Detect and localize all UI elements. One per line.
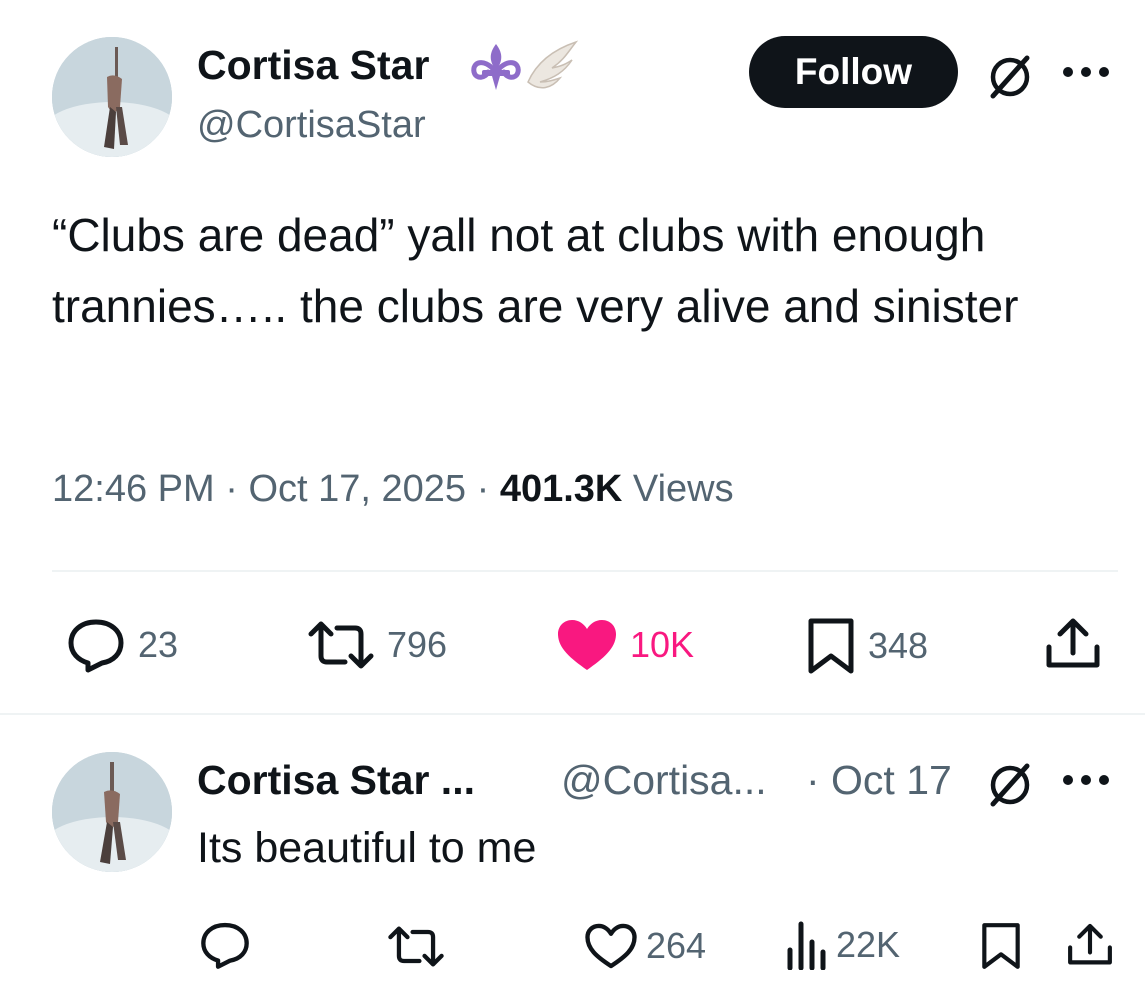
angel-wing-icon xyxy=(527,40,579,89)
fleur-de-lis-icon xyxy=(471,44,521,90)
meta-separator: · xyxy=(476,468,490,510)
views-chart-icon xyxy=(787,921,826,970)
divider xyxy=(52,570,1118,572)
grok-icon[interactable] xyxy=(985,52,1035,102)
bookmark-icon[interactable] xyxy=(980,921,1022,971)
reply-date[interactable]: · Oct 17 xyxy=(806,757,952,804)
reply-icon xyxy=(68,619,124,673)
reply-like-count: 264 xyxy=(646,925,707,966)
views-label: Views xyxy=(632,468,734,510)
like-count: 10K xyxy=(630,624,695,665)
reply-views-count: 22K xyxy=(836,924,901,965)
meta-separator: · xyxy=(225,468,238,510)
repost-icon xyxy=(308,621,374,669)
share-icon[interactable] xyxy=(1066,922,1114,968)
reply-text: Its beautiful to me xyxy=(197,824,537,872)
like-button[interactable]: 10K xyxy=(556,618,694,672)
reply-views-button[interactable]: 22K xyxy=(784,920,900,970)
avatar-image xyxy=(52,752,172,872)
repost-count: 796 xyxy=(387,624,448,665)
grok-icon[interactable] xyxy=(985,760,1035,810)
author-name[interactable]: Cortisa Star xyxy=(197,42,429,89)
repost-button[interactable]: 796 xyxy=(307,620,447,670)
reply-author-name[interactable]: Cortisa Star ... xyxy=(197,757,475,804)
divider xyxy=(0,713,1145,715)
reply-like-button[interactable]: 264 xyxy=(584,922,706,970)
tweet-date[interactable]: Oct 17, 2025 xyxy=(248,468,466,510)
reply-count: 23 xyxy=(138,624,179,665)
reply-author-avatar[interactable] xyxy=(52,752,172,872)
heart-icon xyxy=(585,923,637,969)
author-handle[interactable]: @CortisaStar xyxy=(197,104,426,147)
tweet-meta: 12:46 PM · Oct 17, 2025 · 401.3K Views xyxy=(52,468,734,511)
reply-author-handle[interactable]: @Cortisa... xyxy=(561,757,767,804)
share-icon[interactable] xyxy=(1044,617,1102,671)
tweet-time[interactable]: 12:46 PM xyxy=(52,468,215,510)
avatar-image xyxy=(52,37,172,157)
heart-icon xyxy=(558,620,616,670)
follow-button[interactable]: Follow xyxy=(749,36,958,108)
reply-icon[interactable] xyxy=(199,920,251,970)
reply-button[interactable]: 23 xyxy=(66,617,178,673)
views-count: 401.3K xyxy=(499,468,623,510)
tweet-text: “Clubs are dead” yall not at clubs with … xyxy=(52,209,1019,332)
more-icon[interactable] xyxy=(1060,772,1112,788)
bookmark-count: 348 xyxy=(868,625,929,666)
repost-icon[interactable] xyxy=(387,925,445,968)
more-icon[interactable] xyxy=(1060,64,1112,80)
bookmark-button[interactable]: 348 xyxy=(806,616,928,676)
bookmark-icon xyxy=(808,618,854,674)
author-avatar[interactable] xyxy=(52,37,172,157)
